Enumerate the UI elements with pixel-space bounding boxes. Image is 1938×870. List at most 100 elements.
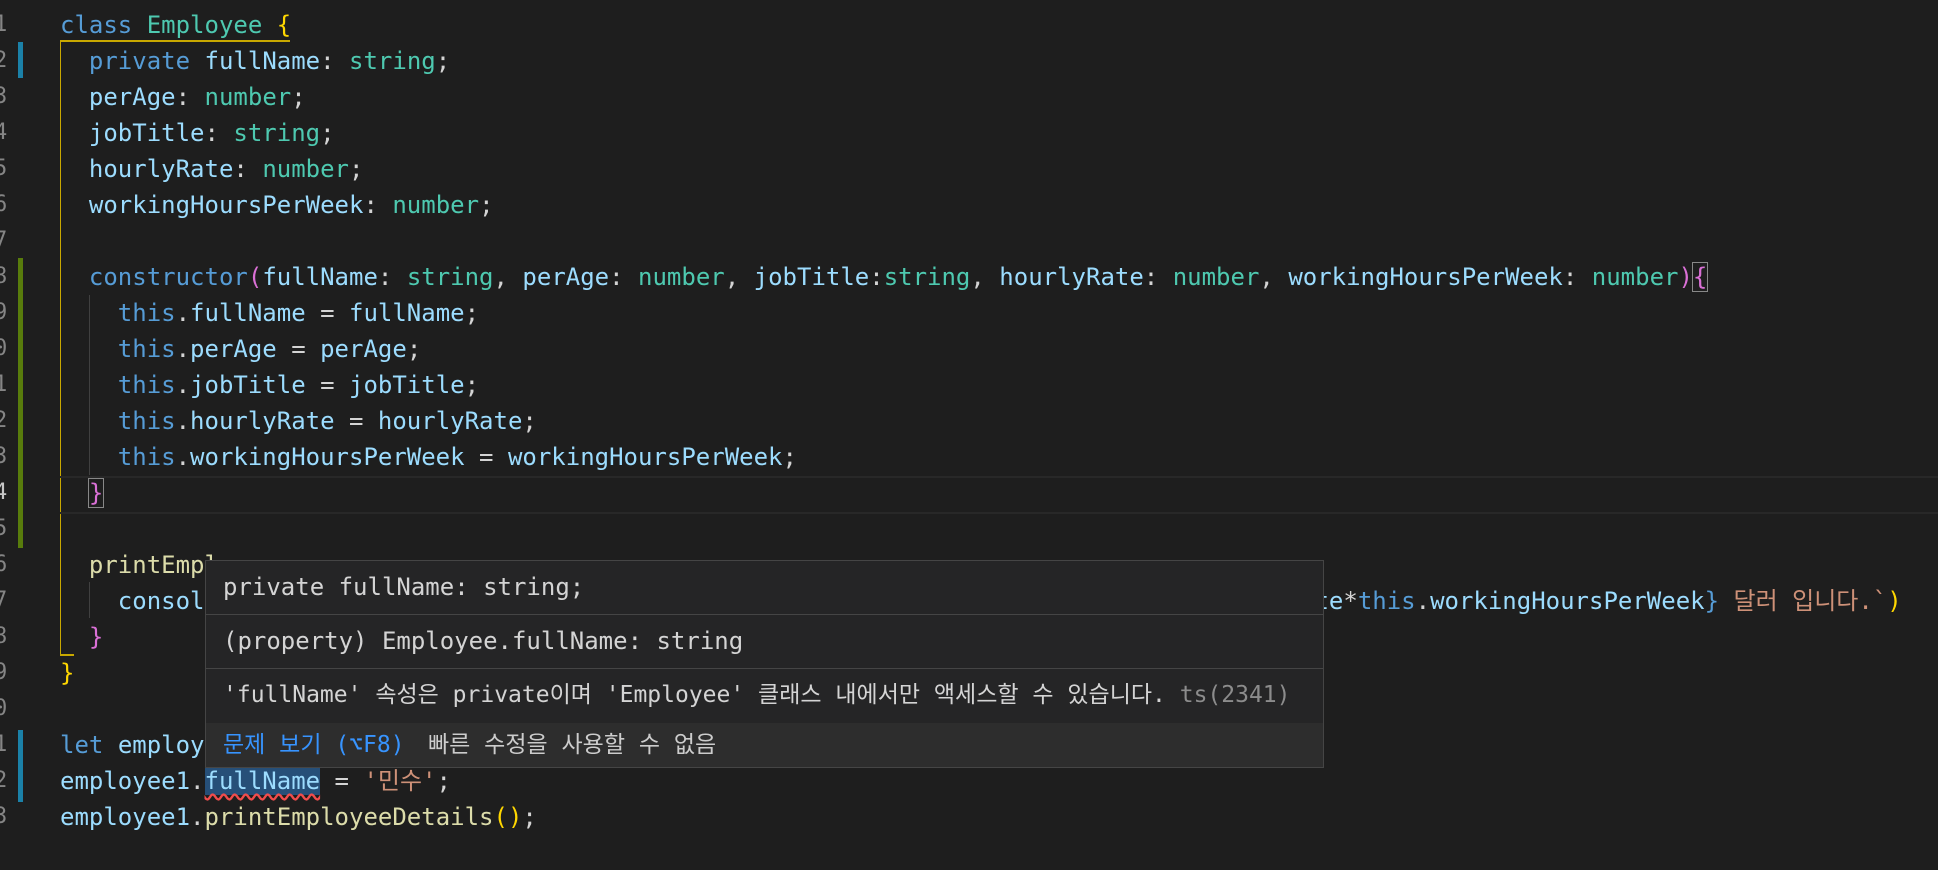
- param-token: workingHoursPerWeek: [507, 443, 783, 471]
- brace-token: }: [60, 659, 75, 687]
- line-content: }: [60, 655, 74, 691]
- line-content: printEmpl: [60, 547, 219, 583]
- param-token: jobTitle: [753, 263, 870, 291]
- punctuation: ;: [522, 407, 537, 435]
- param-token: jobTitle: [349, 371, 465, 399]
- error-message: 'fullName' 속성은 private이며 'Employee' 클래스 …: [223, 682, 1166, 708]
- line-content: this.workingHoursPerWeek = workingHoursP…: [117, 443, 797, 471]
- view-problem-link[interactable]: 문제 보기 (⌥F8): [223, 728, 405, 762]
- line-number: 1: [0, 12, 8, 37]
- line-overflow-content: ate*this.workingHoursPerWeek} 달러 입니다.`): [1300, 583, 1902, 619]
- punctuation: .: [190, 803, 205, 831]
- line-number: 2: [0, 768, 8, 793]
- punctuation: .: [1415, 587, 1431, 615]
- variable-token: employ: [117, 731, 205, 759]
- line-number: 5: [0, 516, 8, 541]
- punctuation: :: [233, 155, 248, 183]
- no-quick-fix-label: 빠른 수정을 사용할 수 없음: [428, 732, 717, 758]
- property-token: workingHoursPerWeek: [190, 443, 465, 471]
- code-line[interactable]: 0 this.perAge = perAge;: [0, 331, 1938, 367]
- line-content: }: [60, 619, 103, 655]
- this-keyword: this: [117, 443, 176, 471]
- line-content: this.fullName = fullName;: [117, 299, 480, 327]
- line-number: 5: [0, 156, 8, 181]
- type-token: number: [392, 191, 480, 219]
- line-content: employee1.fullName = '민수';: [60, 763, 451, 799]
- operator: *: [1343, 587, 1358, 615]
- line-number: 3: [0, 84, 8, 109]
- punctuation: ;: [782, 443, 797, 471]
- type-token: number: [1172, 263, 1260, 291]
- line-content: this.perAge = perAge;: [117, 335, 422, 363]
- error-property-token[interactable]: fullName: [204, 767, 321, 795]
- punctuation: .: [190, 767, 205, 795]
- string-token: '민수': [363, 767, 437, 795]
- error-code: ts(2341): [1179, 682, 1291, 708]
- code-line[interactable]: 2 this.hourlyRate = hourlyRate;: [0, 403, 1938, 439]
- property-token: hourlyRate: [88, 155, 234, 183]
- brace-token: }: [88, 623, 104, 651]
- code-line[interactable]: 4 jobTitle: string;: [0, 115, 1938, 151]
- code-line[interactable]: 9 this.fullName = fullName;: [0, 295, 1938, 331]
- punctuation: ;: [349, 155, 364, 183]
- this-keyword: this: [117, 371, 176, 399]
- code-line[interactable]: 5: [0, 511, 1938, 547]
- variable-token: employee1: [60, 767, 191, 795]
- code-line[interactable]: 1 class Employee {: [0, 7, 1938, 43]
- code-line[interactable]: 3 employee1.printEmployeeDetails();: [0, 799, 1938, 835]
- this-keyword: this: [1357, 587, 1416, 615]
- operator: =: [464, 443, 508, 471]
- line-number: 6: [0, 192, 8, 217]
- line-content: employee1.printEmployeeDetails();: [60, 799, 537, 835]
- line-content: constructor(fullName: string, perAge: nu…: [60, 259, 1709, 295]
- template-brace: }: [1704, 587, 1720, 615]
- operator: =: [305, 299, 349, 327]
- param-token: perAge: [522, 263, 610, 291]
- line-number: 0: [0, 336, 8, 361]
- hover-tooltip[interactable]: private fullName: string; (property) Emp…: [205, 560, 1324, 768]
- variable-token: employee1: [60, 803, 191, 831]
- code-line[interactable]: 6 workingHoursPerWeek: number;: [0, 187, 1938, 223]
- line-number: 9: [0, 300, 8, 325]
- param-token: workingHoursPerWeek: [1288, 263, 1563, 291]
- punctuation: ;: [320, 119, 335, 147]
- paren-token: (: [493, 803, 508, 831]
- method-name-token: printEmpl: [88, 551, 219, 579]
- code-line[interactable]: 8 constructor(fullName: string, perAge: …: [0, 259, 1938, 295]
- punctuation: ;: [479, 191, 494, 219]
- code-line[interactable]: 5 hourlyRate: number;: [0, 151, 1938, 187]
- line-number: 2: [0, 48, 8, 73]
- param-token: perAge: [320, 335, 407, 363]
- line-content: consol: [60, 583, 205, 619]
- punctuation: ;: [406, 335, 422, 363]
- type-token: string: [406, 263, 494, 291]
- line-number: 3: [0, 444, 8, 469]
- type-token: number: [204, 83, 292, 111]
- punctuation: :: [175, 83, 191, 111]
- punctuation: ;: [435, 47, 451, 75]
- type-token: string: [883, 263, 971, 291]
- code-line[interactable]: 2 private fullName: string;: [0, 43, 1938, 79]
- hover-signature-row: private fullName: string;: [206, 561, 1323, 614]
- property-token: hourlyRate: [190, 407, 335, 435]
- this-keyword: this: [117, 335, 176, 363]
- line-number: 4: [0, 120, 8, 145]
- line-number: 1: [0, 372, 8, 397]
- type-token: number: [1591, 263, 1679, 291]
- code-line[interactable]: 3 perAge: number;: [0, 79, 1938, 115]
- param-token: hourlyRate: [377, 407, 523, 435]
- hover-property-row: (property) Employee.fullName: string: [206, 615, 1323, 668]
- punctuation: :: [204, 119, 219, 147]
- code-editor[interactable]: 1 class Employee { 2 private fullName: s…: [0, 0, 1938, 870]
- keyword-token: let: [60, 731, 104, 759]
- type-token: string: [233, 119, 321, 147]
- code-line[interactable]: 1 this.jobTitle = jobTitle;: [0, 367, 1938, 403]
- hover-status-bar: 문제 보기 (⌥F8) 빠른 수정을 사용할 수 없음: [206, 723, 1323, 767]
- code-line-current[interactable]: 4 }: [0, 475, 1938, 511]
- identifier-token: consol: [117, 587, 205, 615]
- code-line[interactable]: 7: [0, 223, 1938, 259]
- code-line[interactable]: 3 this.workingHoursPerWeek = workingHour…: [0, 439, 1938, 475]
- line-number: 8: [0, 264, 8, 289]
- paren-token: (: [247, 263, 263, 291]
- code-line[interactable]: 2 employee1.fullName = '민수';: [0, 763, 1938, 799]
